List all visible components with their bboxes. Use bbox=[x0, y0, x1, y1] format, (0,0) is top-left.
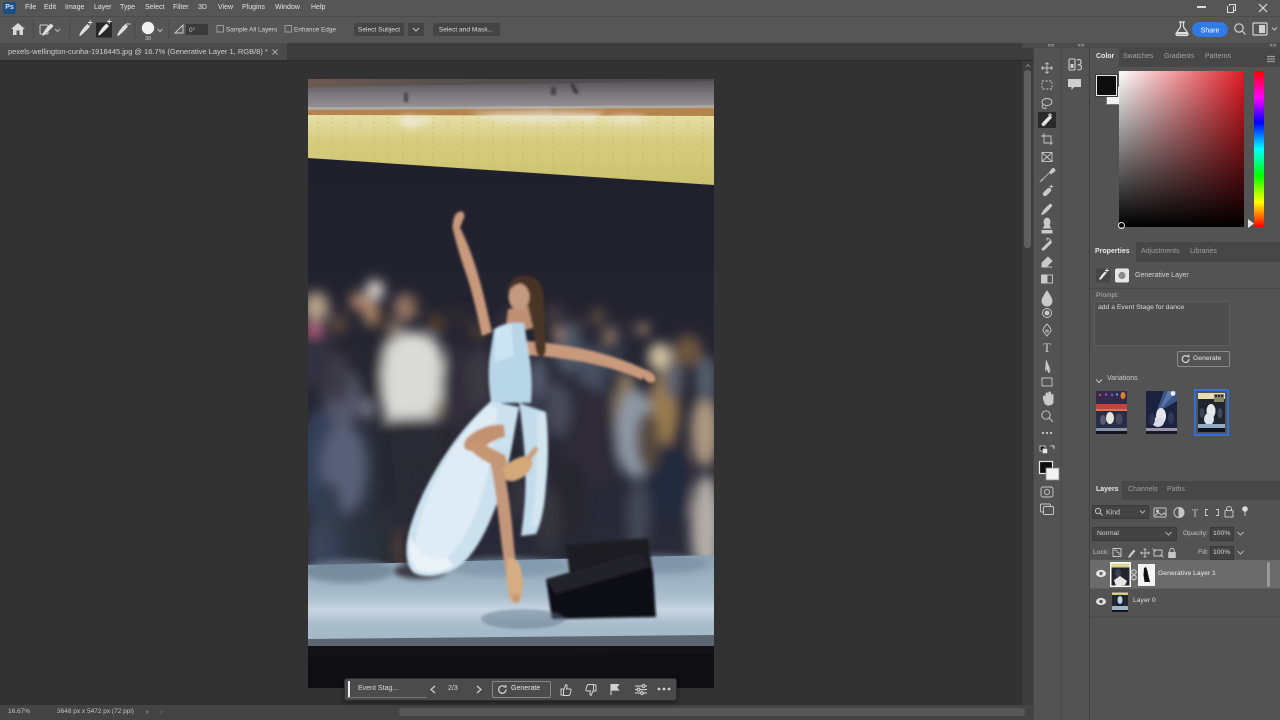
svg-text:0°: 0° bbox=[189, 26, 196, 34]
svg-text:Select and Mask...: Select and Mask... bbox=[439, 27, 493, 34]
svg-text:Enhance Edge: Enhance Edge bbox=[294, 27, 336, 34]
svg-text:Select Subject: Select Subject bbox=[358, 27, 400, 34]
svg-text:Kind: Kind bbox=[1106, 510, 1120, 517]
svg-text:Share: Share bbox=[1201, 28, 1220, 35]
svg-text:T: T bbox=[1043, 340, 1051, 355]
svg-text:Sample All Layers: Sample All Layers bbox=[226, 27, 277, 34]
svg-text:30: 30 bbox=[145, 36, 151, 42]
svg-text:T: T bbox=[1192, 509, 1198, 520]
